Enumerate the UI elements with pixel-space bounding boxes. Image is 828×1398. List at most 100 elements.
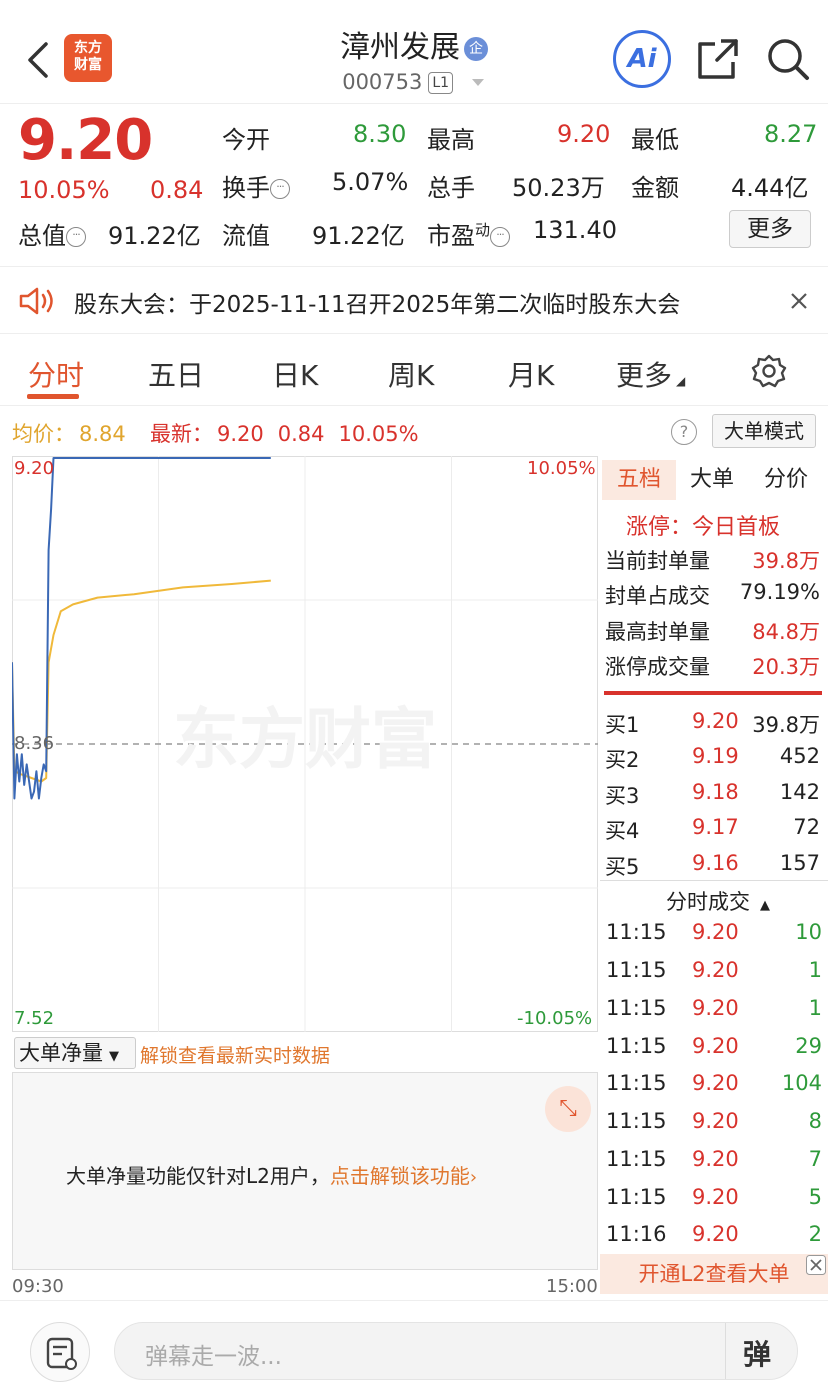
tick-price: 9.20 bbox=[692, 958, 739, 982]
close-icon[interactable] bbox=[806, 1255, 826, 1275]
turnover-label[interactable]: 换手 ··· bbox=[222, 168, 290, 203]
y-axis-mid-label: 8.36 bbox=[14, 733, 55, 754]
tick-time: 11:15 bbox=[606, 1071, 667, 1095]
tick-time: 11:15 bbox=[606, 1109, 667, 1133]
more-dots-icon[interactable]: ··· bbox=[270, 179, 290, 199]
stat-value: 79.19% bbox=[739, 580, 820, 604]
high-value: 9.20 bbox=[557, 120, 611, 148]
bid-level-label: 买4 bbox=[605, 819, 640, 843]
top-bar: 东方 财富 漳州发展企 000753 L1 Ai bbox=[0, 0, 828, 104]
unlock-feature-link[interactable]: 点击解锁该功能 bbox=[330, 1164, 470, 1188]
open-label: 今开 bbox=[222, 126, 270, 154]
danmu-input[interactable]: 弹幕走一波... 弹 bbox=[114, 1322, 798, 1380]
pe-label[interactable]: 市盈动 ··· bbox=[427, 216, 511, 251]
watermark: 东方财富 bbox=[173, 701, 437, 778]
tick-volume: 8 bbox=[808, 1109, 822, 1133]
tick-price: 9.20 bbox=[692, 1109, 739, 1133]
stat-value: 39.8万 bbox=[752, 549, 820, 573]
tick-volume: 2 bbox=[808, 1222, 822, 1246]
tick-price: 9.20 bbox=[692, 1034, 739, 1058]
tab-daily-k[interactable]: 日K bbox=[272, 354, 318, 394]
stat-value: 20.3万 bbox=[752, 655, 820, 679]
tick-time: 11:15 bbox=[606, 1185, 667, 1209]
open-l2-banner[interactable]: 开通L2查看大单 bbox=[600, 1254, 828, 1294]
ticks-title[interactable]: 分时成交 ▲ bbox=[666, 886, 770, 916]
tab-big-orders[interactable]: 大单 bbox=[676, 460, 748, 500]
search-icon[interactable] bbox=[765, 36, 811, 82]
more-quote-button[interactable]: 更多 bbox=[729, 210, 811, 248]
tick-time: 11:15 bbox=[606, 1034, 667, 1058]
limit-up-status: 涨停：今日首板 bbox=[626, 515, 781, 540]
x-axis-start-label: 09:30 bbox=[12, 1276, 64, 1297]
tick-price: 9.20 bbox=[692, 1222, 739, 1246]
tab-more[interactable]: 更多 ◢ bbox=[616, 354, 685, 394]
low-value: 8.27 bbox=[764, 120, 818, 148]
stat-label: 最高封单量 bbox=[605, 620, 710, 644]
comment-toggle-button[interactable] bbox=[30, 1322, 90, 1382]
level-badge: L1 bbox=[428, 72, 454, 94]
bid-volume: 72 bbox=[793, 815, 820, 839]
bid-volume: 39.8万 bbox=[752, 713, 820, 737]
bid-level-label: 买1 bbox=[605, 713, 640, 737]
tick-time: 11:16 bbox=[606, 1222, 667, 1246]
active-tab-indicator bbox=[27, 394, 79, 399]
mktcap-value: 91.22亿 bbox=[108, 222, 201, 250]
tick-volume: 29 bbox=[795, 1034, 822, 1058]
bid-price: 9.19 bbox=[692, 744, 739, 768]
avg-price-readout: 均价： 8.84 bbox=[12, 422, 126, 446]
divider bbox=[600, 880, 828, 881]
expand-icon[interactable]: ⤡ bbox=[545, 1086, 591, 1132]
stat-label: 封单占成交 bbox=[605, 584, 710, 608]
stat-label: 当前封单量 bbox=[605, 549, 710, 573]
amount-label: 金额 bbox=[631, 174, 679, 202]
big-order-mode-button[interactable]: 大单模式 bbox=[712, 414, 816, 448]
unlock-realtime-link[interactable]: 解锁查看最新实时数据 bbox=[140, 1041, 330, 1068]
comment-list-icon bbox=[46, 1337, 77, 1370]
tick-volume: 1 bbox=[808, 996, 822, 1020]
notice-bar[interactable]: 股东大会：于2025-11-11召开2025年第二次临时股东大会 bbox=[0, 266, 828, 334]
intraday-chart[interactable]: 东方财富 bbox=[12, 456, 598, 1032]
tick-time: 11:15 bbox=[606, 958, 667, 982]
stock-name: 漳州发展 bbox=[340, 30, 460, 65]
tab-monthly-k[interactable]: 月K bbox=[508, 354, 554, 394]
net-volume-select[interactable]: 大单净量 ▼ bbox=[14, 1037, 136, 1069]
pct-axis-bottom-label: -10.05% bbox=[517, 1008, 593, 1029]
x-axis-end-label: 15:00 bbox=[546, 1276, 598, 1297]
stat-value: 84.8万 bbox=[752, 620, 820, 644]
tick-volume: 104 bbox=[781, 1071, 822, 1095]
tab-price-distribution[interactable]: 分价 bbox=[748, 460, 824, 500]
settings-gear-icon[interactable] bbox=[750, 352, 788, 390]
chevron-down-icon[interactable] bbox=[470, 76, 486, 88]
open-value: 8.30 bbox=[353, 120, 407, 148]
change-percent: 10.05% bbox=[18, 176, 110, 204]
mktcap-label[interactable]: 总值 ··· bbox=[18, 216, 86, 251]
stock-code: 000753 bbox=[342, 70, 423, 94]
tick-price: 9.20 bbox=[692, 1185, 739, 1209]
more-dots-icon[interactable]: ··· bbox=[66, 227, 86, 247]
last-price: 9.20 bbox=[18, 108, 153, 173]
latest-price-readout: 最新： 9.20 0.84 10.05% bbox=[150, 422, 419, 446]
bid-price: 9.20 bbox=[692, 709, 739, 733]
more-dots-icon[interactable]: ··· bbox=[490, 227, 511, 247]
enterprise-badge: 企 bbox=[464, 37, 488, 61]
tab-weekly-k[interactable]: 周K bbox=[388, 354, 434, 394]
pct-axis-top-label: 10.05% bbox=[527, 458, 596, 479]
y-axis-top-label: 9.20 bbox=[14, 458, 55, 479]
volume-value: 50.23万 bbox=[512, 174, 605, 202]
period-tabs: 分时 五日 日K 周K 月K 更多 ◢ bbox=[0, 340, 828, 406]
tick-volume: 10 bbox=[795, 920, 822, 944]
tab-five-day[interactable]: 五日 bbox=[148, 354, 204, 394]
notice-text[interactable]: 股东大会：于2025-11-11召开2025年第二次临时股东大会 bbox=[74, 285, 744, 319]
danmu-toggle-icon[interactable]: 弹 bbox=[743, 1333, 771, 1373]
tab-intraday[interactable]: 分时 bbox=[28, 354, 84, 394]
pe-value: 131.40 bbox=[533, 216, 617, 244]
low-label: 最低 bbox=[631, 126, 679, 154]
tab-five-levels[interactable]: 五档 bbox=[602, 460, 676, 500]
share-icon[interactable] bbox=[695, 36, 741, 82]
ai-assistant-button[interactable]: Ai bbox=[613, 30, 671, 88]
change-amount: 0.84 bbox=[150, 176, 204, 204]
bid-price: 9.18 bbox=[692, 780, 739, 804]
help-icon[interactable]: ? bbox=[671, 419, 697, 445]
tick-time: 11:15 bbox=[606, 920, 667, 944]
close-icon[interactable] bbox=[789, 291, 809, 311]
